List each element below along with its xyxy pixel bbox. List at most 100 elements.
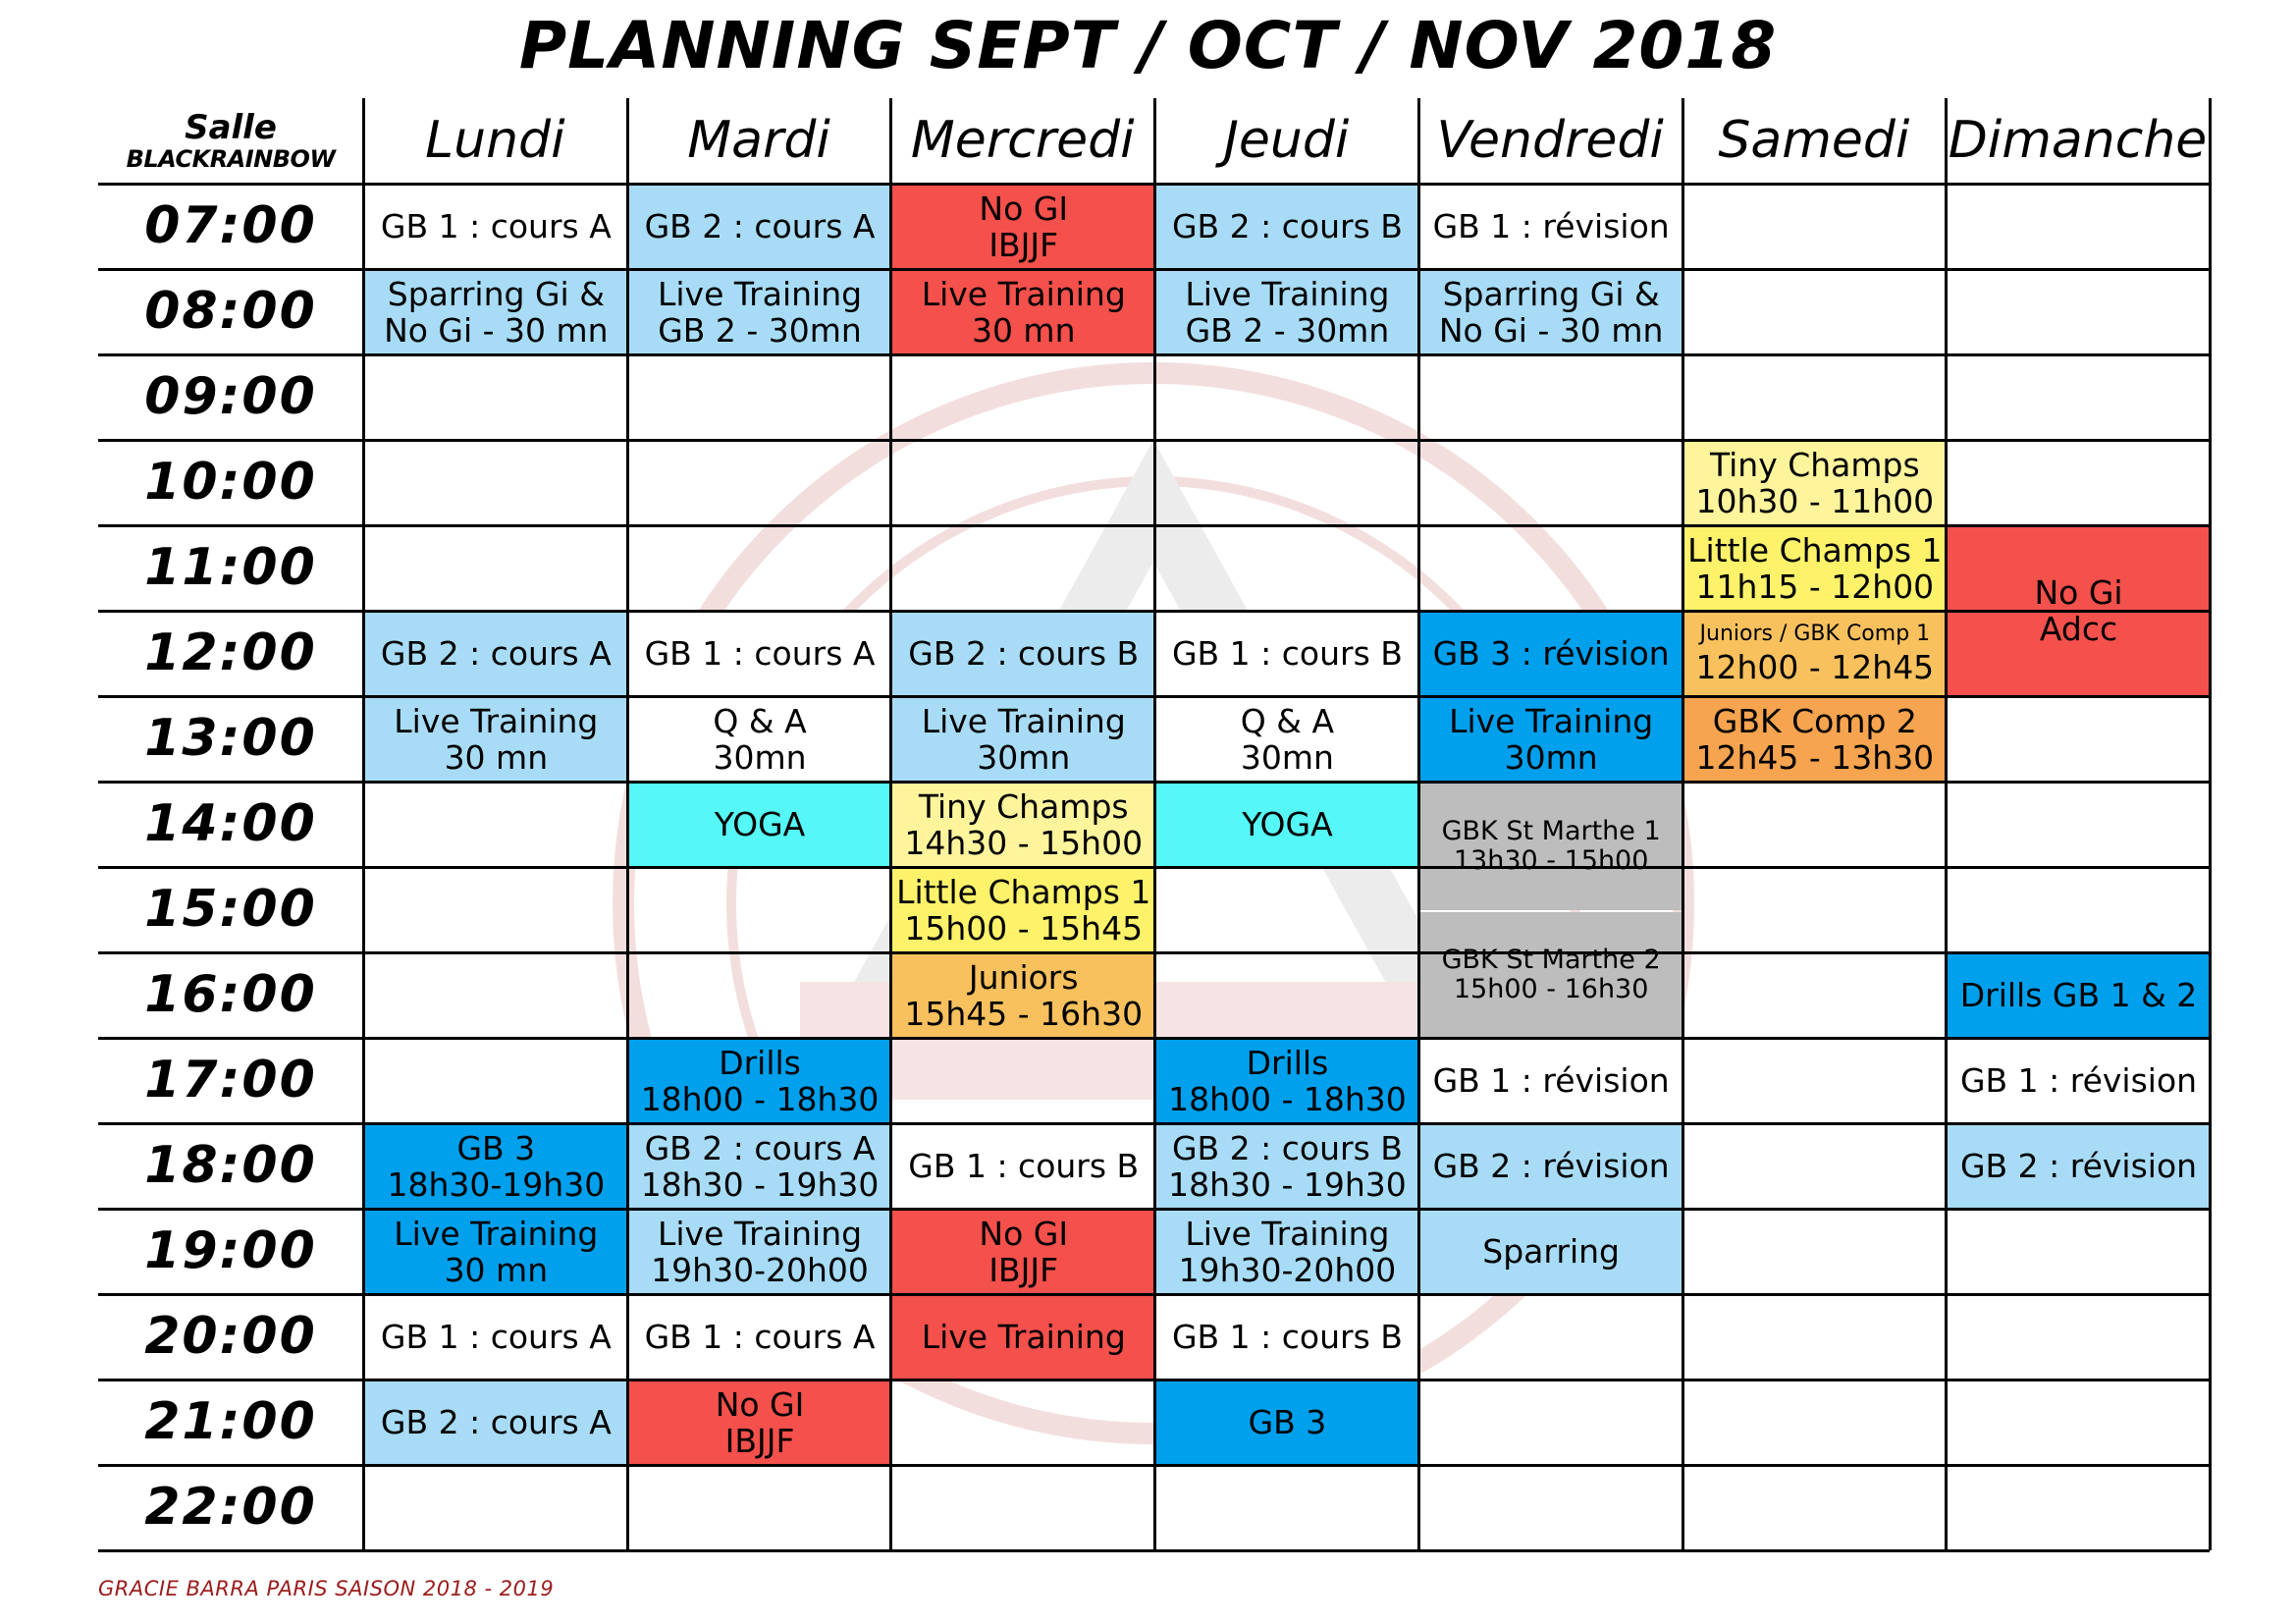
schedule-event: Live Training 30 mn (892, 271, 1155, 354)
corner-label-line2: BLACKRAINBOW (126, 145, 336, 174)
event-line: Live Training (921, 1318, 1126, 1357)
event-line: Sparring (1482, 1232, 1620, 1272)
event-line: 30mn (713, 737, 807, 777)
time-label-2: 09:00 (98, 354, 363, 440)
schedule-event: GB 2 : cours A (628, 186, 891, 269)
event-line: GB 2 - 30mn (658, 310, 862, 350)
time-label-10: 17:00 (98, 1038, 363, 1123)
schedule-event: Little Champs 1 15h00 - 15h45 (892, 869, 1155, 952)
event-line: 18h30 - 19h30 (1168, 1164, 1407, 1204)
event-line: No GI (715, 1384, 805, 1424)
schedule-event: GB 2 : révision (1948, 1125, 2210, 1209)
event-line: GB 1 : cours A (644, 634, 876, 674)
event-line: 18h30-19h30 (387, 1164, 606, 1204)
time-label-text: 22:00 (144, 1478, 317, 1538)
schedule-event: GB 1 : révision (1948, 1040, 2210, 1123)
schedule-event: YOGA (628, 784, 891, 867)
event-line: GB 1 : cours B (908, 1147, 1140, 1186)
time-label-text: 18:00 (144, 1136, 317, 1196)
time-label-text: 13:00 (144, 709, 317, 769)
time-label-text: 14:00 (144, 794, 317, 854)
event-line: No GI (979, 1214, 1069, 1253)
event-line: GB 3 (456, 1128, 536, 1167)
schedule-event: GB 2 : cours B (1156, 186, 1418, 269)
event-line: Drills (1246, 1043, 1329, 1082)
event-line: 30mn (977, 737, 1071, 777)
event-line: No GI (979, 189, 1069, 228)
event-line: GBK Comp 2 (1712, 701, 1917, 740)
time-label-text: 21:00 (144, 1392, 317, 1452)
time-label-0: 07:00 (98, 184, 363, 269)
schedule-event: GB 1 : cours A (365, 186, 627, 269)
event-line: GB 2 : cours A (380, 634, 612, 674)
event-line: GB 3 : révision (1432, 634, 1670, 674)
time-label-text: 16:00 (144, 965, 317, 1025)
event-line: 13h30 - 15h00 (1453, 845, 1649, 877)
time-label-text: 08:00 (144, 282, 317, 342)
event-line: GB 2 : révision (1959, 1147, 2198, 1186)
time-label-text: 19:00 (144, 1221, 317, 1281)
schedule-event: GB 1 : cours B (1156, 1296, 1418, 1380)
schedule-event: GB 1 : cours A (628, 613, 891, 696)
event-line: Tiny Champs (1709, 445, 1920, 484)
schedule-event: GB 2 : cours A (365, 1381, 627, 1465)
day-header-5: Samedi (1682, 98, 1947, 184)
page-title: PLANNING SEPT / OCT / NOV 2018 (518, 8, 1778, 83)
day-header-3: Jeudi (1154, 98, 1418, 184)
schedule-event: GBK St Marthe 1 13h30 - 15h00 (1419, 784, 1682, 910)
schedule-event: Juniors 15h45 - 16h30 (892, 954, 1155, 1038)
time-label-1: 08:00 (98, 269, 363, 354)
event-line: Little Champs 1 (1687, 530, 1943, 569)
grid-column-divider (362, 98, 365, 1550)
event-line: Juniors / GBK Comp 1 (1699, 621, 1931, 646)
day-header-1: Mardi (627, 98, 891, 184)
schedule-event: Q & A 30mn (628, 698, 891, 782)
event-line: No Gi (2034, 573, 2123, 613)
schedule-event: GB 1 : révision (1419, 1040, 1682, 1123)
event-line: 18h00 - 18h30 (640, 1079, 880, 1118)
event-line: Drills GB 1 & 2 (1959, 976, 2198, 1015)
schedule-event: Drills 18h00 - 18h30 (628, 1040, 891, 1123)
schedule-event: GB 3 18h30-19h30 (365, 1125, 627, 1209)
schedule-event: No GI IBJJF (892, 1211, 1155, 1294)
event-line: Sparring Gi & (1442, 274, 1660, 313)
time-label-5: 12:00 (98, 611, 363, 696)
event-line: 12h45 - 13h30 (1695, 737, 1935, 777)
event-line: GB 1 : cours A (380, 207, 612, 246)
schedule-event: GB 2 : révision (1419, 1125, 1682, 1209)
time-label-8: 15:00 (98, 867, 363, 952)
schedule-event: Sparring Gi & No Gi - 30 mn (365, 271, 627, 354)
event-line: GB 2 : cours B (1171, 207, 1403, 246)
schedule-event: GB 1 : cours A (365, 1296, 627, 1380)
day-header-label: Vendredi (1436, 111, 1664, 171)
event-line: 30 mn (444, 1250, 549, 1289)
time-label-text: 12:00 (144, 623, 317, 683)
event-line: Live Training (1185, 274, 1390, 313)
event-line: 30 mn (971, 310, 1076, 350)
schedule-event: GB 2 : cours B (892, 613, 1155, 696)
time-label-12: 19:00 (98, 1209, 363, 1294)
time-label-15: 22:00 (98, 1465, 363, 1550)
schedule-event: Sparring Gi & No Gi - 30 mn (1419, 271, 1682, 354)
event-line: GB 2 : cours A (380, 1403, 612, 1442)
grid-column-divider (1416, 98, 1420, 1550)
schedule-event: GB 3 (1156, 1381, 1418, 1465)
schedule-event: Live Training (892, 1296, 1155, 1380)
event-line: GB 1 : cours A (380, 1318, 612, 1357)
day-header-label: Mercredi (910, 111, 1135, 171)
event-line: GB 2 : cours A (644, 207, 876, 246)
day-header-label: Jeudi (1223, 111, 1350, 171)
day-header-6: Dimanche (1946, 98, 2210, 184)
grid-column-divider (1945, 98, 1949, 1550)
time-label-9: 16:00 (98, 952, 363, 1038)
schedule-event: GB 1 : cours B (892, 1125, 1155, 1209)
event-line: 15h00 - 16h30 (1453, 973, 1649, 1004)
event-line: 18h00 - 18h30 (1168, 1079, 1407, 1118)
grid-column-divider (1681, 98, 1684, 1550)
event-line: 30 mn (444, 737, 549, 777)
schedule-event: Live Training 30mn (1419, 698, 1682, 782)
time-label-13: 20:00 (98, 1294, 363, 1380)
event-line: GB 1 : révision (1432, 207, 1670, 246)
corner-label-line1: Salle (185, 108, 277, 148)
event-line: 15h00 - 15h45 (904, 908, 1144, 947)
